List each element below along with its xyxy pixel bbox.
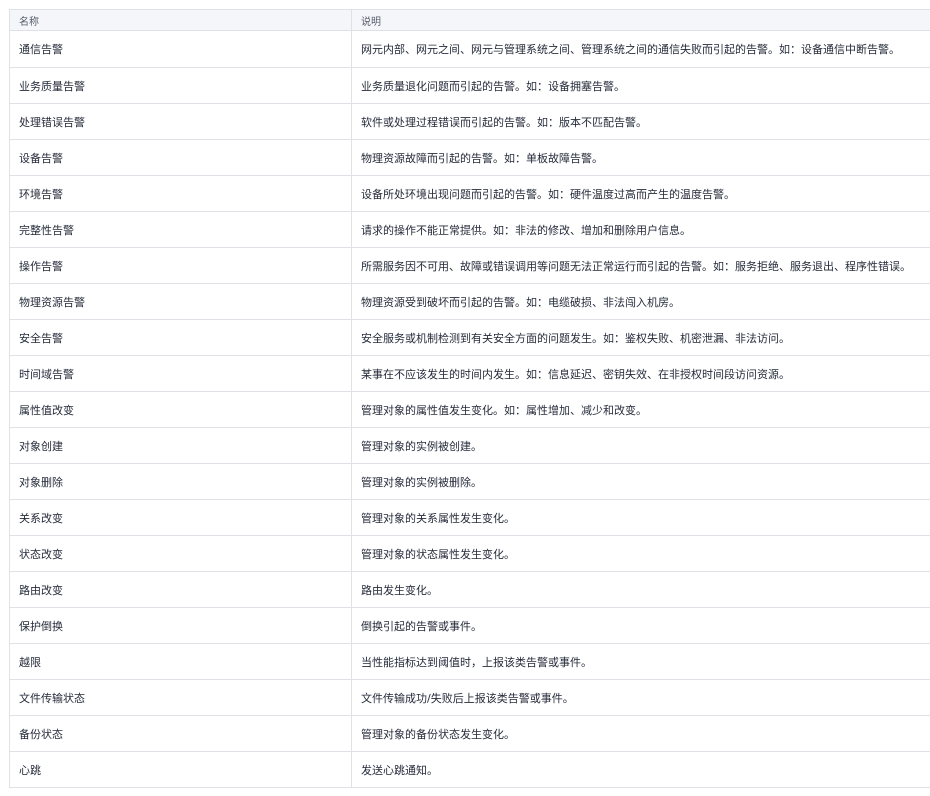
table-row: 操作告警 所需服务因不可用、故障或错误调用等问题无法正常运行而引起的告警。如：服务… bbox=[9, 247, 930, 284]
cell-description: 管理对象的状态属性发生变化。 bbox=[351, 535, 930, 572]
table-row: 通信告警 网元内部、网元之间、网元与管理系统之间、管理系统之间的通信失败而引起的告… bbox=[9, 30, 930, 68]
cell-name: 对象创建 bbox=[9, 427, 352, 464]
alarm-type-table: 名称 说明 通信告警 网元内部、网元之间、网元与管理系统之间、管理系统之间的通信失… bbox=[9, 9, 930, 788]
cell-name: 保护倒换 bbox=[9, 607, 352, 644]
header-name: 名称 bbox=[9, 9, 352, 31]
table-row: 心跳 发送心跳通知。 bbox=[9, 751, 930, 788]
cell-description: 请求的操作不能正常提供。如：非法的修改、增加和删除用户信息。 bbox=[351, 211, 930, 248]
cell-description: 文件传输成功/失败后上报该类告警或事件。 bbox=[351, 679, 930, 716]
table-body: 通信告警 网元内部、网元之间、网元与管理系统之间、管理系统之间的通信失败而引起的告… bbox=[9, 30, 930, 788]
cell-name: 路由改变 bbox=[9, 571, 352, 608]
table-row: 关系改变 管理对象的关系属性发生变化。 bbox=[9, 499, 930, 536]
header-row: 名称 说明 bbox=[9, 9, 930, 31]
table-row: 环境告警 设备所处环境出现问题而引起的告警。如：硬件温度过高而产生的温度告警。 bbox=[9, 175, 930, 212]
cell-description: 当性能指标达到阈值时，上报该类告警或事件。 bbox=[351, 643, 930, 680]
table-row: 安全告警 安全服务或机制检测到有关安全方面的问题发生。如：鉴权失败、机密泄漏、非法… bbox=[9, 319, 930, 356]
alarm-type-table-container: 名称 说明 通信告警 网元内部、网元之间、网元与管理系统之间、管理系统之间的通信失… bbox=[9, 9, 930, 788]
table-row: 路由改变 路由发生变化。 bbox=[9, 571, 930, 608]
cell-description: 路由发生变化。 bbox=[351, 571, 930, 608]
cell-name: 状态改变 bbox=[9, 535, 352, 572]
cell-description: 物理资源受到破坏而引起的告警。如：电缆破损、非法闯入机房。 bbox=[351, 283, 930, 320]
cell-description: 软件或处理过程错误而引起的告警。如：版本不匹配告警。 bbox=[351, 103, 930, 140]
cell-name: 通信告警 bbox=[9, 30, 352, 68]
cell-description: 业务质量退化问题而引起的告警。如：设备拥塞告警。 bbox=[351, 67, 930, 104]
cell-name: 操作告警 bbox=[9, 247, 352, 284]
cell-name: 关系改变 bbox=[9, 499, 352, 536]
cell-description: 设备所处环境出现问题而引起的告警。如：硬件温度过高而产生的温度告警。 bbox=[351, 175, 930, 212]
cell-name: 备份状态 bbox=[9, 715, 352, 752]
cell-name: 心跳 bbox=[9, 751, 352, 788]
cell-description: 管理对象的实例被删除。 bbox=[351, 463, 930, 500]
cell-description: 某事在不应该发生的时间内发生。如：信息延迟、密钥失效、在非授权时间段访问资源。 bbox=[351, 355, 930, 392]
table-row: 状态改变 管理对象的状态属性发生变化。 bbox=[9, 535, 930, 572]
table-row: 文件传输状态 文件传输成功/失败后上报该类告警或事件。 bbox=[9, 679, 930, 716]
table-row: 备份状态 管理对象的备份状态发生变化。 bbox=[9, 715, 930, 752]
cell-description: 管理对象的关系属性发生变化。 bbox=[351, 499, 930, 536]
table-row: 属性值改变 管理对象的属性值发生变化。如：属性增加、减少和改变。 bbox=[9, 391, 930, 428]
cell-name: 物理资源告警 bbox=[9, 283, 352, 320]
cell-description: 物理资源故障而引起的告警。如：单板故障告警。 bbox=[351, 139, 930, 176]
cell-description: 安全服务或机制检测到有关安全方面的问题发生。如：鉴权失败、机密泄漏、非法访问。 bbox=[351, 319, 930, 356]
cell-name: 属性值改变 bbox=[9, 391, 352, 428]
cell-name: 时间域告警 bbox=[9, 355, 352, 392]
table-row: 处理错误告警 软件或处理过程错误而引起的告警。如：版本不匹配告警。 bbox=[9, 103, 930, 140]
cell-name: 完整性告警 bbox=[9, 211, 352, 248]
cell-description: 发送心跳通知。 bbox=[351, 751, 930, 788]
table-row: 保护倒换 倒换引起的告警或事件。 bbox=[9, 607, 930, 644]
cell-description: 管理对象的实例被创建。 bbox=[351, 427, 930, 464]
header-description: 说明 bbox=[351, 9, 930, 31]
cell-name: 业务质量告警 bbox=[9, 67, 352, 104]
table-row: 对象创建 管理对象的实例被创建。 bbox=[9, 427, 930, 464]
cell-description: 所需服务因不可用、故障或错误调用等问题无法正常运行而引起的告警。如：服务拒绝、服… bbox=[351, 247, 930, 284]
cell-description: 倒换引起的告警或事件。 bbox=[351, 607, 930, 644]
table-row: 对象删除 管理对象的实例被删除。 bbox=[9, 463, 930, 500]
cell-name: 处理错误告警 bbox=[9, 103, 352, 140]
cell-name: 设备告警 bbox=[9, 139, 352, 176]
cell-name: 文件传输状态 bbox=[9, 679, 352, 716]
table-header: 名称 说明 bbox=[9, 9, 930, 31]
table-row: 越限 当性能指标达到阈值时，上报该类告警或事件。 bbox=[9, 643, 930, 680]
cell-name: 安全告警 bbox=[9, 319, 352, 356]
table-row: 完整性告警 请求的操作不能正常提供。如：非法的修改、增加和删除用户信息。 bbox=[9, 211, 930, 248]
cell-name: 越限 bbox=[9, 643, 352, 680]
table-row: 物理资源告警 物理资源受到破坏而引起的告警。如：电缆破损、非法闯入机房。 bbox=[9, 283, 930, 320]
table-row: 时间域告警 某事在不应该发生的时间内发生。如：信息延迟、密钥失效、在非授权时间段访… bbox=[9, 355, 930, 392]
table-row: 设备告警 物理资源故障而引起的告警。如：单板故障告警。 bbox=[9, 139, 930, 176]
cell-name: 环境告警 bbox=[9, 175, 352, 212]
table-row: 业务质量告警 业务质量退化问题而引起的告警。如：设备拥塞告警。 bbox=[9, 67, 930, 104]
cell-name: 对象删除 bbox=[9, 463, 352, 500]
cell-description: 网元内部、网元之间、网元与管理系统之间、管理系统之间的通信失败而引起的告警。如：… bbox=[351, 30, 930, 68]
cell-description: 管理对象的备份状态发生变化。 bbox=[351, 715, 930, 752]
cell-description: 管理对象的属性值发生变化。如：属性增加、减少和改变。 bbox=[351, 391, 930, 428]
